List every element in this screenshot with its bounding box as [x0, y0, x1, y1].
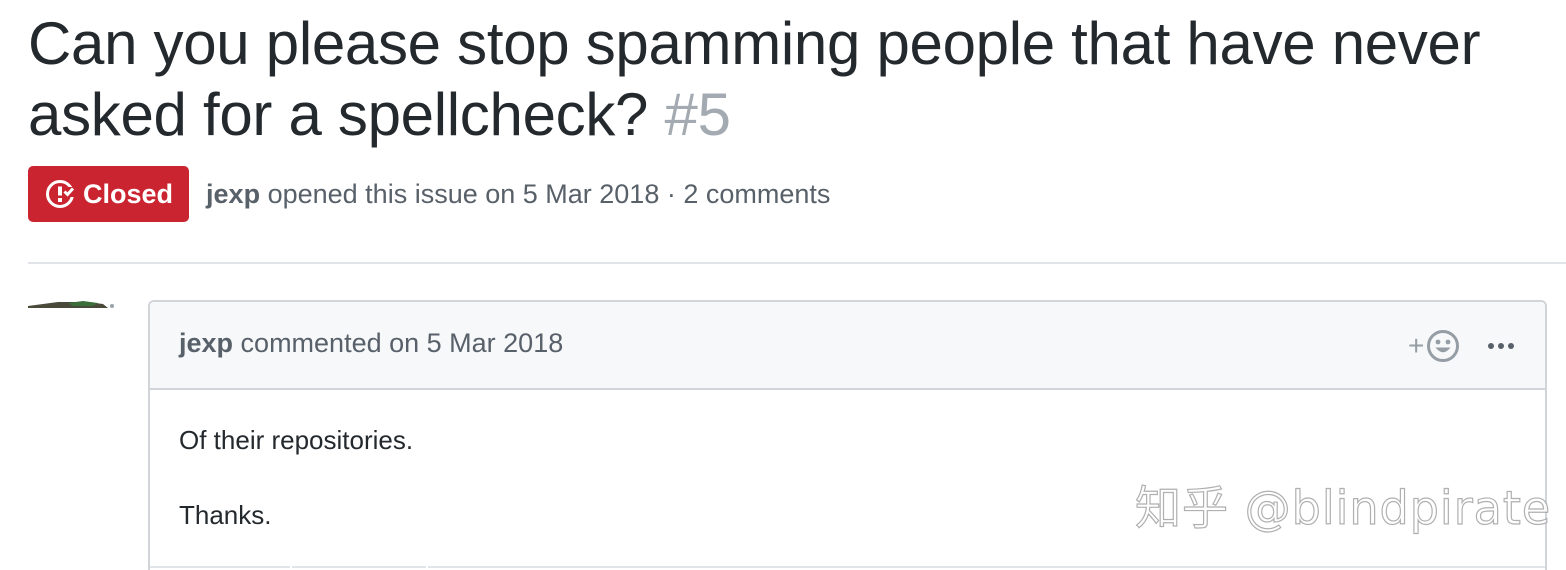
- meta-separator: ·: [666, 178, 676, 209]
- issue-page: Can you please stop spamming people that…: [0, 0, 1566, 570]
- comment-footer-edge: [150, 566, 1546, 570]
- reaction-plus: +: [1408, 330, 1425, 361]
- issue-state-badge: Closed: [28, 166, 190, 222]
- issue-closed-icon: [46, 180, 75, 208]
- issue-opened-text: opened this issue on 5 Mar 2018: [267, 178, 660, 209]
- issue-meta-row: Closed jexp opened this issue on 5 Mar 2…: [28, 166, 830, 222]
- issue-author-link[interactable]: jexp: [206, 179, 260, 209]
- issue-comments-count: 2 comments: [683, 178, 831, 209]
- issue-title-text: Can you please stop spamming people that…: [28, 10, 1481, 148]
- add-reaction-smiley-icon: [1427, 330, 1460, 362]
- issue-title: Can you please stop spamming people that…: [28, 8, 1548, 150]
- issue-state-label: Closed: [83, 178, 174, 209]
- kebab-horizontal-icon: [1488, 343, 1514, 349]
- comment-header: jexp commented on 5 Mar 2018 +: [150, 302, 1545, 390]
- issue-meta-text: jexp opened this issue on 5 Mar 2018 · 2…: [206, 179, 830, 210]
- comment-meta: jexp commented on 5 Mar 2018: [179, 328, 563, 359]
- watermark: 知乎 @blindpirate: [1134, 480, 1552, 535]
- header-divider: [28, 262, 1566, 264]
- comment-more-button[interactable]: [1484, 328, 1520, 364]
- avatar[interactable]: [28, 298, 116, 308]
- add-reaction-button[interactable]: +: [1408, 328, 1464, 364]
- issue-number: #5: [664, 81, 731, 148]
- comment-author-link[interactable]: jexp: [179, 328, 233, 358]
- comment-action-text: commented on 5 Mar 2018: [240, 328, 564, 358]
- comment-body: Of their repositories. Thanks.: [179, 422, 413, 570]
- comment-paragraph: Thanks.: [179, 500, 272, 530]
- comment-paragraph: Of their repositories.: [179, 425, 414, 455]
